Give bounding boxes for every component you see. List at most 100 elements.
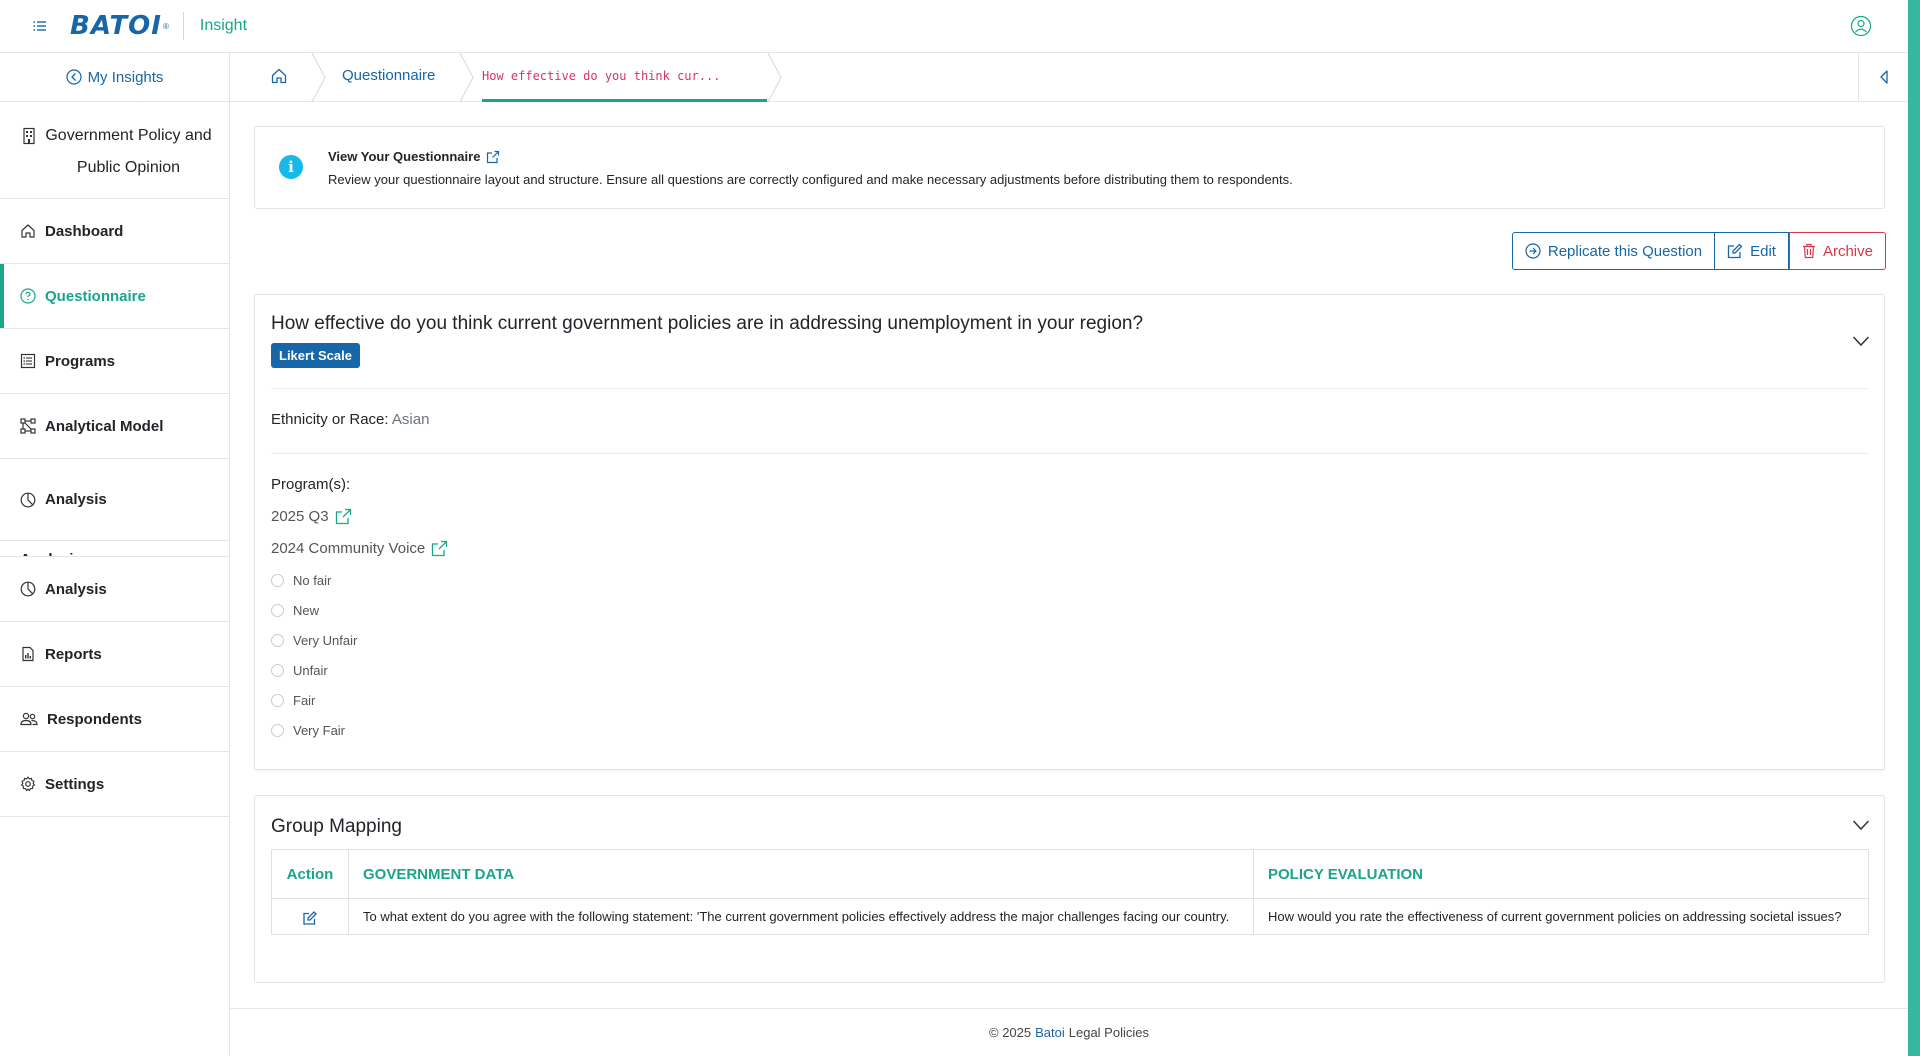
policy-evaluation-cell: How would you rate the effectiveness of …	[1253, 898, 1869, 935]
trash-icon	[1802, 243, 1815, 259]
group-mapping-card: Group Mapping Action GOVERNMENT DATA POL…	[254, 795, 1885, 983]
archive-button[interactable]: Archive	[1788, 232, 1886, 270]
sidebar-item-label: Respondents	[47, 710, 143, 728]
radio-button[interactable]	[271, 603, 284, 617]
sidebar-item-reports[interactable]: Reports	[0, 622, 229, 687]
edit-label: Edit	[1750, 242, 1776, 260]
logo-text: BATOI	[70, 11, 162, 41]
likert-option[interactable]: No fair	[271, 565, 357, 595]
app-name: Insight	[199, 17, 248, 34]
my-insights-link[interactable]: My Insights	[0, 53, 229, 102]
archive-label: Archive	[1822, 242, 1873, 260]
question-type-badge: Likert Scale	[271, 343, 360, 368]
radio-button[interactable]	[271, 663, 284, 677]
info-title-text: View Your Questionnaire	[328, 149, 481, 164]
edit-icon	[1727, 243, 1743, 259]
radio-button[interactable]	[271, 573, 284, 587]
table-row: To what extent do you agree with the fol…	[271, 898, 1869, 935]
main-content: i View Your Questionnaire Review your qu…	[230, 102, 1908, 1056]
sidebar-item-analysis-2[interactable]: Analysis	[0, 557, 229, 622]
report-icon	[22, 646, 34, 662]
external-link-icon	[335, 508, 351, 525]
likert-option[interactable]: Unfair	[271, 655, 357, 685]
breadcrumb-separator	[767, 53, 782, 102]
question-card: How effective do you think current gover…	[254, 294, 1885, 770]
breadcrumb-home-icon[interactable]	[270, 67, 290, 87]
option-label: Very Fair	[293, 722, 346, 738]
option-label: Very Unfair	[293, 632, 358, 648]
sidebar-item-label: Analytical Model	[45, 417, 164, 435]
programs-label: Program(s):	[271, 476, 351, 493]
list-icon	[20, 353, 36, 369]
external-link-icon[interactable]	[486, 150, 500, 164]
sidebar-item-dashboard[interactable]: Dashboard	[0, 199, 229, 264]
chevron-down-icon[interactable]	[1852, 335, 1870, 347]
info-title[interactable]: View Your Questionnaire	[328, 149, 500, 164]
breadcrumb-separator	[311, 53, 326, 102]
breadcrumb-current: How effective do you think cur...	[482, 69, 721, 83]
column-header-policy-evaluation: POLICY EVALUATION	[1253, 849, 1869, 899]
gear-icon	[20, 776, 36, 792]
radio-button[interactable]	[271, 633, 284, 647]
option-label: Fair	[293, 692, 316, 708]
column-header-action: Action	[271, 849, 349, 899]
sidebar-item-clipped: Analysis	[0, 541, 229, 557]
replicate-label: Replicate this Question	[1547, 242, 1703, 260]
option-label: No fair	[293, 572, 332, 588]
replicate-question-button[interactable]: Replicate this Question	[1511, 232, 1716, 270]
radio-button[interactable]	[271, 693, 284, 707]
option-label: Unfair	[293, 662, 328, 678]
sidebar-item-analytical-model[interactable]: Analytical Model	[0, 394, 229, 459]
project-title-text: Government Policy and Public Opinion	[45, 127, 212, 176]
footer-brand-link[interactable]: Batoi	[1035, 1025, 1065, 1040]
external-link-icon	[432, 540, 448, 557]
radio-button[interactable]	[271, 723, 284, 737]
likert-option[interactable]: New	[271, 595, 357, 625]
sidebar-item-settings[interactable]: Settings	[0, 752, 229, 817]
program-link[interactable]: 2025 Q3	[271, 508, 352, 525]
menu-toggle-icon[interactable]	[28, 14, 52, 38]
likert-option[interactable]: Very Fair	[271, 715, 357, 745]
chevron-down-icon[interactable]	[1852, 819, 1870, 831]
batoi-logo[interactable]: BATOI ®	[70, 11, 169, 41]
breadcrumb: Questionnaire How effective do you think…	[230, 53, 1908, 102]
user-profile-icon[interactable]	[1850, 15, 1872, 37]
pie-chart-icon	[20, 492, 36, 507]
users-icon	[20, 712, 38, 726]
sidebar-item-programs[interactable]: Programs	[0, 329, 229, 394]
sidebar-item-respondents[interactable]: Respondents	[0, 687, 229, 752]
divider	[271, 388, 1869, 389]
breadcrumb-questionnaire[interactable]: Questionnaire	[342, 67, 435, 84]
sidebar-item-questionnaire[interactable]: Questionnaire	[0, 264, 229, 329]
group-mapping-table: Action GOVERNMENT DATA POLICY EVALUATION…	[271, 849, 1869, 935]
program-name: 2024 Community Voice	[271, 540, 426, 557]
page-scrollbar[interactable]	[1908, 0, 1920, 1056]
group-mapping-title: Group Mapping	[271, 816, 402, 837]
question-actions: Replicate this Question Edit Archive	[1511, 232, 1886, 270]
pie-chart-icon	[20, 581, 36, 597]
collapse-panel-button[interactable]	[1858, 53, 1908, 101]
info-alert: i View Your Questionnaire Review your qu…	[254, 126, 1885, 209]
edit-icon[interactable]	[302, 910, 318, 926]
column-header-government-data: GOVERNMENT DATA	[348, 849, 1254, 899]
info-icon: i	[279, 155, 303, 179]
sidebar-item-label: Analysis	[45, 491, 107, 508]
action-cell	[271, 898, 349, 935]
government-data-cell: To what extent do you agree with the fol…	[348, 898, 1254, 935]
table-header-row: Action GOVERNMENT DATA POLICY EVALUATION	[271, 849, 1869, 899]
sidebar: My Insights Government Policy and Public…	[0, 53, 230, 1056]
my-insights-label: My Insights	[87, 68, 164, 86]
likert-option[interactable]: Very Unfair	[271, 625, 357, 655]
logo-separator	[182, 12, 184, 40]
likert-option[interactable]: Fair	[271, 685, 357, 715]
ethnicity-label: Ethnicity or Race:	[271, 411, 389, 428]
arrow-circle-right-icon	[1525, 243, 1541, 259]
sidebar-item-label: Questionnaire	[45, 287, 146, 305]
sidebar-item-analysis[interactable]: Analysis	[0, 459, 229, 541]
edit-button[interactable]: Edit	[1715, 232, 1789, 270]
breadcrumb-separator	[459, 53, 474, 102]
program-link[interactable]: 2024 Community Voice	[271, 540, 448, 557]
home-icon	[21, 224, 35, 238]
info-description: Review your questionnaire layout and str…	[328, 172, 1293, 187]
model-icon	[20, 418, 36, 434]
